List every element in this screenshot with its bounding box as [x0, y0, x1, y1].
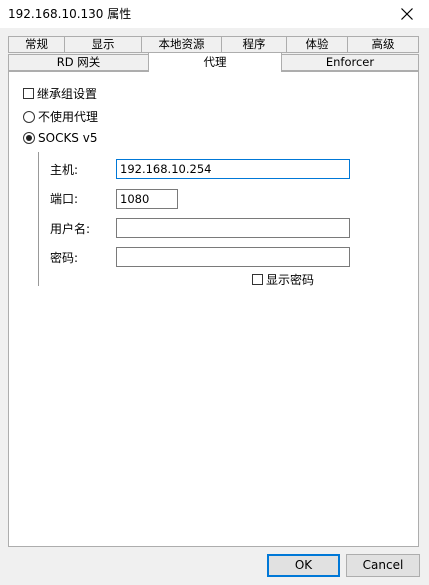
show-password-label: 显示密码: [266, 273, 315, 287]
inherit-group-label: 继承组设置: [37, 87, 98, 101]
host-label: 主机:: [50, 163, 79, 177]
port-label: 端口:: [50, 192, 79, 206]
cancel-button[interactable]: Cancel: [346, 554, 420, 577]
checkbox-box: [252, 274, 263, 285]
no-proxy-label: 不使用代理: [38, 110, 99, 124]
tab-display[interactable]: 显示: [64, 36, 142, 53]
tab-experience[interactable]: 体验: [286, 36, 348, 53]
tab-local-resources[interactable]: 本地资源: [141, 36, 222, 53]
show-password-checkbox[interactable]: 显示密码: [252, 271, 314, 288]
close-button[interactable]: [385, 0, 429, 28]
tab-enforcer[interactable]: Enforcer: [281, 54, 419, 71]
window-title: 192.168.10.130 属性: [8, 7, 132, 21]
tab-programs[interactable]: 程序: [221, 36, 287, 53]
radio-circle: [23, 110, 35, 123]
port-input[interactable]: 1080: [116, 189, 178, 209]
title-bar: 192.168.10.130 属性: [0, 0, 429, 28]
properties-dialog: 192.168.10.130 属性 常规 显示 本地资源 程序 体验 高级 RD…: [0, 0, 429, 585]
checkbox-box: [23, 88, 34, 99]
tab-rd-gateway[interactable]: RD 网关: [8, 54, 149, 71]
host-input[interactable]: 192.168.10.254: [116, 159, 350, 179]
inherit-group-checkbox[interactable]: 继承组设置: [23, 85, 97, 102]
socks-v5-label: SOCKS v5: [38, 131, 98, 145]
tab-proxy[interactable]: 代理: [148, 52, 282, 72]
tab-general[interactable]: 常规: [8, 36, 65, 53]
socks-v5-radio[interactable]: SOCKS v5: [23, 131, 97, 145]
radio-circle-selected: [23, 132, 35, 144]
tab-panel-proxy: 继承组设置 不使用代理 SOCKS v5 主机: 192.168.10.254 …: [8, 71, 419, 547]
ok-button[interactable]: OK: [267, 554, 340, 577]
group-divider: [38, 152, 39, 286]
tab-advanced[interactable]: 高级: [347, 36, 419, 53]
password-input[interactable]: [116, 247, 350, 267]
password-label: 密码:: [50, 251, 79, 265]
username-input[interactable]: [116, 218, 350, 238]
no-proxy-radio[interactable]: 不使用代理: [23, 108, 98, 125]
close-icon: [401, 8, 413, 20]
username-label: 用户名:: [50, 222, 91, 236]
